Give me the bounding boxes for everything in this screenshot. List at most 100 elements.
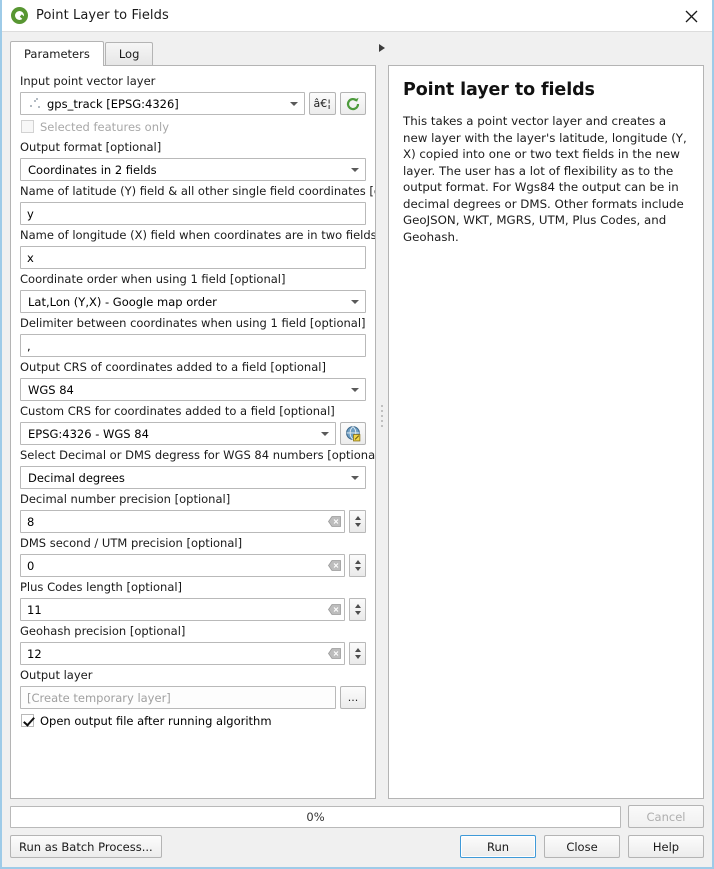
param-decimal-precision: Decimal number precision [optional] 8 <box>20 491 366 533</box>
param-selected-features-only: Selected features only <box>21 117 366 136</box>
plus-codes-length-stepper[interactable] <box>349 598 366 621</box>
geohash-precision-input[interactable]: 12 <box>20 642 345 665</box>
latitude-field-input[interactable]: y <box>20 202 366 225</box>
progress-row: 0% Cancel <box>10 805 704 828</box>
close-button[interactable]: Close <box>544 835 620 858</box>
panel-splitter[interactable] <box>376 40 388 799</box>
point-layer-icon <box>28 97 44 111</box>
tab-log[interactable]: Log <box>104 42 154 65</box>
dialog-body: Parameters Log Input point vector layer … <box>2 32 712 799</box>
dms-precision-input[interactable]: 0 <box>20 554 345 577</box>
spinner-down-icon[interactable] <box>354 611 361 615</box>
output-layer-label: Output layer <box>20 668 93 682</box>
param-coordinate-order: Coordinate order when using 1 field [opt… <box>20 271 366 313</box>
param-open-output-file[interactable]: Open output file after running algorithm <box>21 711 366 730</box>
input-layer-value: gps_track [EPSG:4326] <box>47 96 179 111</box>
help-button[interactable]: Help <box>628 835 704 858</box>
dialog-window: Point Layer to Fields Parameters Log Inp… <box>0 0 714 869</box>
output-format-label: Output format [optional] <box>20 140 162 154</box>
chevron-down-icon <box>345 159 365 180</box>
title-bar: Point Layer to Fields <box>2 0 712 32</box>
longitude-field-label: Name of longitude (X) field when coordin… <box>20 228 376 242</box>
decimal-or-dms-label: Select Decimal or DMS degress for WGS 84… <box>20 448 376 462</box>
custom-crs-combo[interactable]: EPSG:4326 - WGS 84 <box>20 422 336 445</box>
clear-icon[interactable] <box>324 511 344 532</box>
decimal-precision-label: Decimal number precision [optional] <box>20 492 231 506</box>
globe-crs-icon <box>345 426 360 442</box>
plus-codes-length-input[interactable]: 11 <box>20 598 345 621</box>
tab-parameters[interactable]: Parameters <box>10 41 104 66</box>
progress-bar: 0% <box>10 805 621 828</box>
dms-precision-value: 0 <box>27 558 35 573</box>
plus-codes-length-value: 11 <box>27 602 42 617</box>
parameters-panel: Input point vector layer gps_track [EPSG… <box>10 65 376 799</box>
param-plus-codes-length: Plus Codes length [optional] 11 <box>20 579 366 621</box>
param-output-crs: Output CRS of coordinates added to a fie… <box>20 359 366 401</box>
splitter-arrow-icon[interactable] <box>379 44 385 52</box>
delimiter-input[interactable]: , <box>20 334 366 357</box>
select-crs-button[interactable] <box>340 422 366 445</box>
chevron-down-icon <box>345 291 365 312</box>
footer: 0% Cancel Run as Batch Process... Run Cl… <box>2 799 712 867</box>
selected-features-only-checkbox <box>21 120 34 133</box>
chevron-down-icon <box>345 467 365 488</box>
tab-bar: Parameters Log <box>10 40 376 66</box>
help-title: Point layer to fields <box>403 80 595 100</box>
refresh-button[interactable] <box>340 92 366 115</box>
open-output-file-checkbox[interactable] <box>21 714 34 727</box>
run-button[interactable]: Run <box>460 835 536 858</box>
chevron-down-icon <box>284 93 304 114</box>
clear-icon[interactable] <box>324 555 344 576</box>
help-panel: Point layer to fields This takes a point… <box>388 65 704 799</box>
coordinate-order-combo[interactable]: Lat,Lon (Y,X) - Google map order <box>20 290 366 313</box>
decimal-precision-value: 8 <box>27 514 35 529</box>
decimal-or-dms-combo[interactable]: Decimal degrees <box>20 466 366 489</box>
input-layer-combo[interactable]: gps_track [EPSG:4326] <box>20 92 305 115</box>
output-format-combo[interactable]: Coordinates in 2 fields <box>20 158 366 181</box>
splitter-grip-icon[interactable] <box>381 405 383 427</box>
geohash-precision-label: Geohash precision [optional] <box>20 624 186 638</box>
geohash-precision-value: 12 <box>27 646 42 661</box>
chevron-down-icon <box>345 379 365 400</box>
decimal-precision-stepper[interactable] <box>349 510 366 533</box>
output-crs-combo[interactable]: WGS 84 <box>20 378 366 401</box>
input-layer-label: Input point vector layer <box>20 74 156 88</box>
longitude-field-input[interactable]: x <box>20 246 366 269</box>
spinner-up-icon[interactable] <box>354 516 361 520</box>
help-body: This takes a point vector layer and crea… <box>403 114 687 244</box>
coordinate-order-value: Lat,Lon (Y,X) - Google map order <box>28 294 217 309</box>
spinner-up-icon[interactable] <box>354 560 361 564</box>
cancel-button[interactable]: Cancel <box>628 805 704 828</box>
window-title: Point Layer to Fields <box>36 8 169 23</box>
param-geohash-precision: Geohash precision [optional] 12 <box>20 623 366 665</box>
chevron-down-icon <box>315 423 335 444</box>
input-layer-data-button[interactable]: â€¦ <box>308 92 336 115</box>
geohash-precision-stepper[interactable] <box>349 642 366 665</box>
spinner-up-icon[interactable] <box>354 604 361 608</box>
param-latitude-field: Name of latitude (Y) field & all other s… <box>20 183 375 225</box>
dms-precision-stepper[interactable] <box>349 554 366 577</box>
decimal-or-dms-value: Decimal degrees <box>28 470 125 485</box>
refresh-icon <box>346 97 360 110</box>
spinner-down-icon[interactable] <box>354 523 361 527</box>
custom-crs-label: Custom CRS for coordinates added to a fi… <box>20 404 335 418</box>
spinner-down-icon[interactable] <box>354 567 361 571</box>
spinner-up-icon[interactable] <box>354 648 361 652</box>
clear-icon[interactable] <box>324 599 344 620</box>
output-layer-input[interactable]: [Create temporary layer] <box>20 686 336 709</box>
param-delimiter: Delimiter between coordinates when using… <box>20 315 366 357</box>
plus-codes-length-label: Plus Codes length [optional] <box>20 580 183 594</box>
output-crs-value: WGS 84 <box>28 382 74 397</box>
close-icon[interactable] <box>676 4 706 28</box>
spinner-down-icon[interactable] <box>354 655 361 659</box>
output-layer-browse-button[interactable]: ... <box>340 686 366 709</box>
param-longitude-field: Name of longitude (X) field when coordin… <box>20 227 376 269</box>
decimal-precision-input[interactable]: 8 <box>20 510 345 533</box>
param-input-layer: Input point vector layer gps_track [EPSG… <box>20 73 366 115</box>
run-as-batch-process-button[interactable]: Run as Batch Process... <box>10 835 162 858</box>
output-format-value: Coordinates in 2 fields <box>28 162 157 177</box>
clear-icon[interactable] <box>324 643 344 664</box>
param-output-layer: Output layer [Create temporary layer] ..… <box>20 667 366 709</box>
param-custom-crs: Custom CRS for coordinates added to a fi… <box>20 403 366 445</box>
latitude-field-label: Name of latitude (Y) field & all other s… <box>20 184 375 198</box>
